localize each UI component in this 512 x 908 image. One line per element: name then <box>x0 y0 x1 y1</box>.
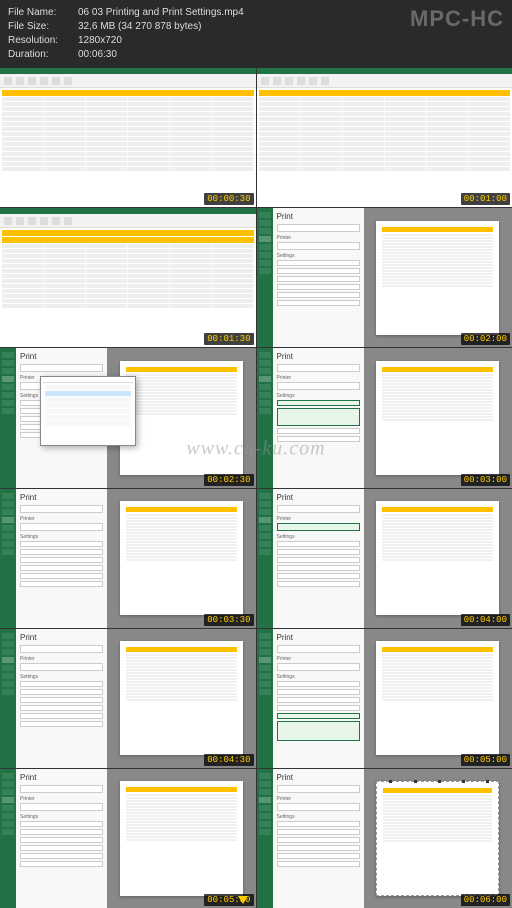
thumbnail[interactable]: 00:00:30 <box>0 68 256 207</box>
margin-handle-icon <box>389 780 392 783</box>
timestamp-badge: 00:04:00 <box>461 614 510 626</box>
margin-handle-icon <box>462 780 465 783</box>
excel-ribbon <box>0 214 256 228</box>
resolution-label: Resolution: <box>8 34 78 48</box>
thumbnail[interactable]: Print Printer Settings 00:04:30 <box>0 629 256 768</box>
backstage-sidebar <box>0 769 16 908</box>
print-settings-panel: Print Printer Settings <box>273 348 364 487</box>
print-title: Print <box>277 212 360 221</box>
filename-value: 06 03 Printing and Print Settings.mp4 <box>78 6 244 20</box>
thumbnail[interactable]: 00:01:30 <box>0 208 256 347</box>
thumbnail-grid: 00:00:30 <box>0 68 512 908</box>
duration-label: Duration: <box>8 48 78 62</box>
file-info-header: MPC-HC File Name:06 03 Printing and Prin… <box>0 0 512 68</box>
cursor-arrow-icon <box>238 896 248 904</box>
duration-value: 00:06:30 <box>78 48 117 62</box>
excel-worksheet <box>0 228 256 347</box>
print-settings-panel: Print Printer Settings <box>16 629 107 768</box>
print-preview <box>364 208 512 347</box>
thumbnail[interactable]: Print Printer Settings 00:04:00 <box>257 489 512 628</box>
print-settings-panel: Print Printer Settings <box>16 769 107 908</box>
print-preview <box>107 769 256 908</box>
print-preview <box>107 629 256 768</box>
backstage-sidebar <box>257 629 273 768</box>
backstage-sidebar <box>257 348 273 487</box>
thumbnail[interactable]: Print Printer Settings 00:03:30 <box>0 489 256 628</box>
thumbnail[interactable]: Print Printer Settings <box>0 348 256 487</box>
thumbnail[interactable]: 00:01:00 <box>257 68 512 207</box>
backstage-sidebar <box>0 629 16 768</box>
backstage-sidebar <box>257 208 273 347</box>
backstage-sidebar <box>257 769 273 908</box>
filesize-label: File Size: <box>8 20 78 34</box>
backstage-sidebar <box>257 489 273 628</box>
print-settings-panel: Print Printer Settings <box>273 769 364 908</box>
filesize-value: 32,6 MB (34 270 878 bytes) <box>78 20 201 34</box>
timestamp-badge: 00:04:30 <box>204 754 253 766</box>
margin-handle-icon <box>414 780 417 783</box>
timestamp-badge: 00:02:00 <box>461 333 510 345</box>
excel-worksheet <box>257 88 512 207</box>
timestamp-badge: 00:03:00 <box>461 474 510 486</box>
print-settings-panel: Print Printer Settings <box>273 629 364 768</box>
print-preview <box>364 489 512 628</box>
excel-ribbon <box>0 74 256 88</box>
timestamp-badge: 00:05:00 <box>461 754 510 766</box>
filename-label: File Name: <box>8 6 78 20</box>
excel-worksheet <box>0 88 256 207</box>
timestamp-badge: 00:06:00 <box>461 894 510 906</box>
print-preview <box>364 348 512 487</box>
excel-ribbon <box>257 74 512 88</box>
thumbnail[interactable]: Print Printer Settings 00:02:00 <box>257 208 512 347</box>
timestamp-badge: 00:01:30 <box>204 333 253 345</box>
print-settings-panel: Print Printer Settings <box>273 489 364 628</box>
print-settings-panel: Print Printer Settings <box>16 489 107 628</box>
thumbnail[interactable]: Print Printer Settings 00:05:00 <box>257 629 512 768</box>
margin-handle-icon <box>486 780 489 783</box>
player-logo: MPC-HC <box>410 4 504 35</box>
thumbnail[interactable]: Print Printer Settings 00:03:00 <box>257 348 512 487</box>
timestamp-badge: 00:01:00 <box>461 193 510 205</box>
thumbnail[interactable]: Print Printer Settings 00:05:30 <box>0 769 256 908</box>
page-setup-dialog <box>40 376 136 446</box>
print-preview <box>364 769 512 908</box>
timestamp-badge: 00:02:30 <box>204 474 253 486</box>
print-preview <box>364 629 512 768</box>
thumbnail[interactable]: Print Printer Settings <box>257 769 512 908</box>
timestamp-badge: 00:03:30 <box>204 614 253 626</box>
backstage-sidebar <box>0 348 16 487</box>
print-preview <box>107 489 256 628</box>
timestamp-badge: 00:00:30 <box>204 193 253 205</box>
backstage-sidebar <box>0 489 16 628</box>
margin-handle-icon <box>438 780 441 783</box>
print-settings-panel: Print Printer Settings <box>273 208 364 347</box>
resolution-value: 1280x720 <box>78 34 122 48</box>
